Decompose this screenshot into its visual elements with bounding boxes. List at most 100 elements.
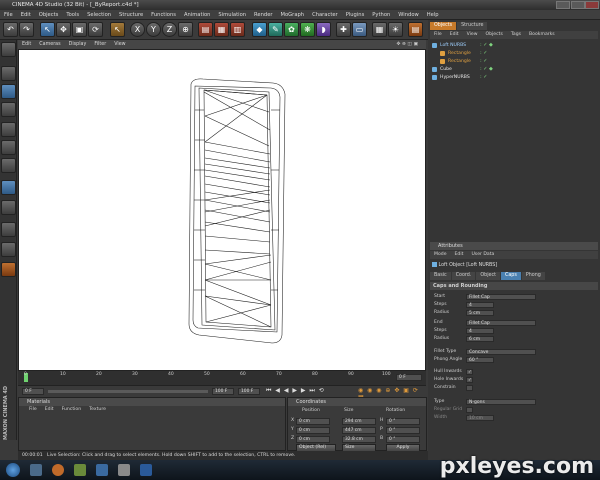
- tab-basic[interactable]: Basic: [430, 272, 451, 280]
- tab-structure[interactable]: Structure: [457, 22, 488, 30]
- render-region-icon[interactable]: ▦: [214, 22, 229, 37]
- tree-row-hypernurbs[interactable]: HyperNURBS : ✓: [432, 74, 600, 81]
- workplane-icon[interactable]: [1, 242, 16, 257]
- object-mode-icon[interactable]: [1, 84, 16, 99]
- redo-icon[interactable]: ↷: [19, 22, 34, 37]
- om-menu-tags[interactable]: Tags: [507, 31, 525, 39]
- materials-menu-edit[interactable]: Edit: [41, 406, 58, 414]
- tree-row-cube[interactable]: Cube : ✓ ◆: [432, 66, 600, 73]
- type-dropdown[interactable]: N-gons: [466, 398, 536, 405]
- live-selection-icon[interactable]: ↖: [40, 22, 55, 37]
- visibility-flags[interactable]: : ✓: [480, 74, 487, 81]
- scale-icon[interactable]: ▣: [72, 22, 87, 37]
- materials-menu-function[interactable]: Function: [58, 406, 86, 414]
- menu-plugins[interactable]: Plugins: [342, 10, 369, 20]
- phong-angle-field[interactable]: 60 °: [466, 356, 494, 363]
- attr-menu-user-data[interactable]: User Data: [467, 251, 498, 259]
- visibility-flags[interactable]: : ✓ ◆: [480, 66, 493, 73]
- end-steps-field[interactable]: 4: [466, 327, 494, 334]
- playback-controls[interactable]: ⏮ ◀ ◀ ▶ ▶ ⏭ ⟲: [266, 387, 325, 395]
- om-menu-view[interactable]: View: [463, 31, 482, 39]
- position-y-field[interactable]: 0 cm: [296, 427, 330, 434]
- subdivision-surface-icon[interactable]: ✿: [284, 22, 299, 37]
- materials-menu-file[interactable]: File: [25, 406, 41, 414]
- start-frame-field[interactable]: 0 F: [22, 388, 44, 395]
- frame-range-slider[interactable]: [48, 390, 208, 393]
- start-steps-field[interactable]: 4: [466, 301, 494, 308]
- light-icon[interactable]: ☀: [388, 22, 403, 37]
- start-button-icon[interactable]: [6, 463, 20, 477]
- menu-python[interactable]: Python: [368, 10, 394, 20]
- width-field[interactable]: 10 cm: [466, 414, 494, 421]
- rotation-b-field[interactable]: 0 °: [386, 436, 420, 443]
- viewport-menu-edit[interactable]: Edit: [18, 40, 35, 49]
- menu-animation[interactable]: Animation: [180, 10, 214, 20]
- polygons-mode-icon[interactable]: [1, 158, 16, 173]
- menu-character[interactable]: Character: [308, 10, 342, 20]
- lock-workplane-icon[interactable]: [1, 262, 16, 277]
- position-x-field[interactable]: 0 cm: [296, 418, 330, 425]
- tree-row-loft-nurbs[interactable]: Loft NURBS : ✓ ◆: [432, 42, 600, 49]
- start-cap-dropdown[interactable]: Fillet Cap: [466, 293, 536, 300]
- tweak-mode-icon[interactable]: [1, 200, 16, 215]
- model-mode-icon[interactable]: [1, 66, 16, 81]
- z-axis-icon[interactable]: Z: [162, 22, 177, 37]
- menu-window[interactable]: Window: [394, 10, 422, 20]
- viewport-menu-filter[interactable]: Filter: [90, 40, 110, 49]
- materials-menu-texture[interactable]: Texture: [85, 406, 110, 414]
- menu-file[interactable]: File: [0, 10, 17, 20]
- menu-render[interactable]: Render: [250, 10, 276, 20]
- display-mode-icon[interactable]: ▦: [372, 22, 387, 37]
- end-radius-field[interactable]: 6 cm: [466, 335, 494, 342]
- current-frame-field[interactable]: 0 F: [396, 374, 422, 381]
- points-mode-icon[interactable]: [1, 122, 16, 137]
- menu-structure[interactable]: Structure: [115, 10, 147, 20]
- tree-row-rectangle[interactable]: Rectangle : ✓: [432, 58, 600, 65]
- visibility-flags[interactable]: : ✓: [480, 58, 487, 65]
- position-z-field[interactable]: 0 cm: [296, 436, 330, 443]
- om-menu-file[interactable]: File: [430, 31, 446, 39]
- start-radius-field[interactable]: 5 cm: [466, 309, 494, 316]
- attr-menu-mode[interactable]: Mode: [430, 251, 451, 259]
- recent-tool-icon[interactable]: ↖: [110, 22, 125, 37]
- deformer-icon[interactable]: ◗: [316, 22, 331, 37]
- regular-grid-checkbox[interactable]: [466, 406, 473, 413]
- menu-functions[interactable]: Functions: [147, 10, 180, 20]
- layout-icon[interactable]: ▤: [408, 22, 423, 37]
- move-icon[interactable]: ✥: [56, 22, 71, 37]
- explorer-icon[interactable]: [30, 464, 42, 476]
- tree-row-rectangle[interactable]: Rectangle : ✓: [432, 50, 600, 57]
- menu-tools[interactable]: Tools: [62, 10, 83, 20]
- camera-icon[interactable]: ▭: [352, 22, 367, 37]
- end-frame-field-a[interactable]: 100 F: [212, 388, 234, 395]
- array-icon[interactable]: ❋: [300, 22, 315, 37]
- menu-simulation[interactable]: Simulation: [214, 10, 250, 20]
- menu-mograph[interactable]: MoGraph: [277, 10, 309, 20]
- om-menu-objects[interactable]: Objects: [482, 31, 507, 39]
- coordinate-system-icon[interactable]: ⊕: [178, 22, 193, 37]
- viewport-menu-cameras[interactable]: Cameras: [35, 40, 64, 49]
- cube-primitive-icon[interactable]: ◆: [252, 22, 267, 37]
- snap-icon[interactable]: [1, 222, 16, 237]
- rotate-icon[interactable]: ⟳: [88, 22, 103, 37]
- menu-selection[interactable]: Selection: [83, 10, 115, 20]
- visibility-flags[interactable]: : ✓: [480, 50, 487, 57]
- hole-inwards-checkbox[interactable]: ✓: [466, 376, 473, 383]
- viewport-menu-display[interactable]: Display: [65, 40, 91, 49]
- browser-icon[interactable]: [52, 464, 64, 476]
- menu-help[interactable]: Help: [423, 10, 443, 20]
- maximize-button[interactable]: [571, 1, 585, 9]
- tab-phong[interactable]: Phong: [521, 272, 545, 280]
- om-menu-edit[interactable]: Edit: [446, 31, 463, 39]
- rotation-p-field[interactable]: 0 °: [386, 427, 420, 434]
- x-axis-icon[interactable]: X: [130, 22, 145, 37]
- close-button[interactable]: [585, 1, 599, 9]
- attr-menu-edit[interactable]: Edit: [451, 251, 468, 259]
- tab-objects[interactable]: Objects: [430, 22, 457, 30]
- om-menu-bookmarks[interactable]: Bookmarks: [525, 31, 559, 39]
- visibility-flags[interactable]: : ✓ ◆: [480, 42, 493, 49]
- pen-spline-icon[interactable]: ✎: [268, 22, 283, 37]
- cinema4d-taskbar-icon[interactable]: [140, 464, 152, 476]
- scene-icon[interactable]: ✚: [336, 22, 351, 37]
- minimize-button[interactable]: [556, 1, 570, 9]
